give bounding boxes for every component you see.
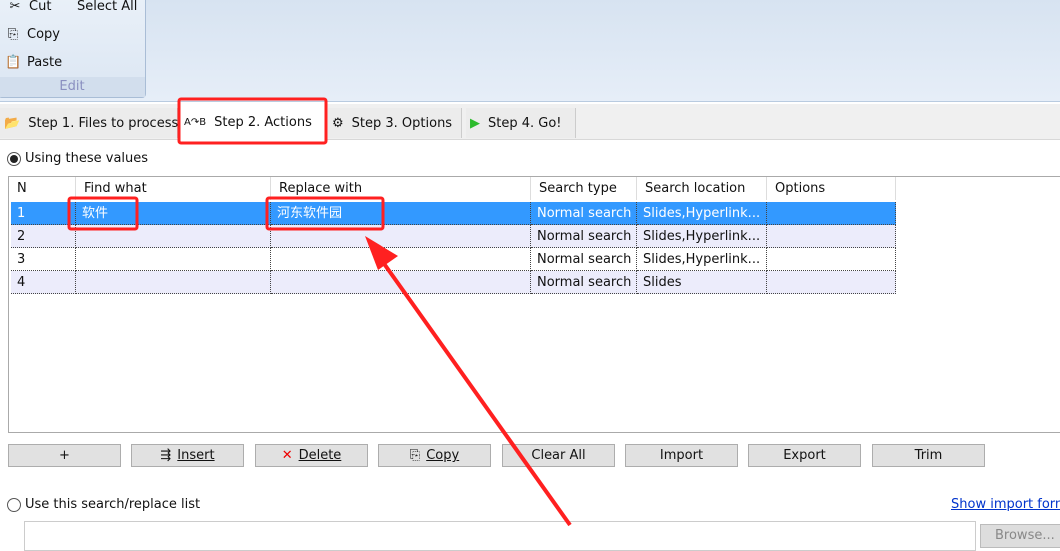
cell-options[interactable] [767, 202, 896, 225]
trim-button[interactable]: Trim [872, 444, 985, 467]
cell-location[interactable]: Slides [637, 271, 767, 294]
table-header: N Find what Replace with Search type Sea… [11, 177, 896, 200]
group-label: Edit [0, 77, 145, 97]
replace-ab-icon: A↷B [184, 116, 207, 128]
cell-replace[interactable] [271, 248, 531, 271]
column-header[interactable]: Find what [76, 177, 271, 200]
scissors-icon: ✂ [9, 0, 21, 14]
tab-actions[interactable]: A↷B Step 2. Actions [180, 104, 326, 140]
table-row[interactable]: 2 Normal search Slides,Hyperlink... [11, 225, 896, 248]
table-row[interactable]: 1 软件 河东软件园 Normal search Slides,Hyperlin… [11, 202, 896, 225]
tab-go[interactable]: ▶ Step 4. Go! [466, 108, 576, 138]
paste-icon: 📋 [5, 55, 22, 70]
ribbon: ✂ Cut Select All ⎘ Copy 📋 Paste Edit [0, 0, 1060, 102]
insert-icon: ⇶ [160, 448, 172, 463]
cell-n: 4 [11, 271, 76, 294]
copy-row-button[interactable]: ⎘ Copy [378, 444, 491, 467]
copy-icon: ⎘ [409, 448, 421, 463]
gear-icon: ⚙ [332, 115, 344, 131]
column-header[interactable]: Replace with [271, 177, 531, 200]
cell-type[interactable]: Normal search [531, 225, 637, 248]
export-button[interactable]: Export [748, 444, 861, 467]
cell-find[interactable] [76, 271, 271, 294]
edit-group: ✂ Cut Select All ⎘ Copy 📋 Paste Edit [0, 0, 146, 98]
tab-strip: 📂 Step 1. Files to process A↷B Step 2. Act… [0, 104, 1060, 140]
delete-x-icon: ✕ [281, 448, 293, 463]
copy-icon: ⎘ [7, 27, 19, 42]
cell-n: 1 [11, 202, 76, 225]
table-row[interactable]: 4 Normal search Slides [11, 271, 896, 294]
actions-table: N Find what Replace with Search type Sea… [8, 176, 1060, 433]
select-all-button[interactable]: Select All [77, 0, 137, 14]
import-button[interactable]: Import [625, 444, 738, 467]
column-header[interactable]: N [11, 177, 76, 200]
table-row[interactable]: 3 Normal search Slides,Hyperlink... [11, 248, 896, 271]
cell-type[interactable]: Normal search [531, 202, 637, 225]
cell-replace[interactable]: 河东软件园 [271, 202, 531, 225]
column-header[interactable]: Search type [531, 177, 637, 200]
play-icon: ▶ [470, 115, 480, 131]
cut-button[interactable]: ✂ Cut [7, 0, 52, 14]
cell-find[interactable] [76, 225, 271, 248]
tab-files[interactable]: 📂 Step 1. Files to process [0, 108, 178, 138]
cell-options[interactable] [767, 225, 896, 248]
use-list-radio[interactable]: Use this search/replace list [7, 497, 200, 512]
browse-button[interactable]: Browse... [980, 524, 1060, 548]
cell-location[interactable]: Slides,Hyperlink... [637, 225, 767, 248]
using-values-radio[interactable]: Using these values [7, 151, 148, 166]
add-button[interactable]: + [8, 444, 121, 467]
cell-n: 2 [11, 225, 76, 248]
cell-location[interactable]: Slides,Hyperlink... [637, 202, 767, 225]
cell-find[interactable]: 软件 [76, 202, 271, 225]
cell-type[interactable]: Normal search [531, 248, 637, 271]
folder-open-icon: 📂 [4, 115, 21, 131]
paste-button[interactable]: 📋 Paste [5, 55, 62, 70]
cell-replace[interactable] [271, 225, 531, 248]
copy-button[interactable]: ⎘ Copy [5, 27, 60, 42]
cell-find[interactable] [76, 248, 271, 271]
cell-replace[interactable] [271, 271, 531, 294]
clear-all-button[interactable]: Clear All [502, 444, 615, 467]
cell-type[interactable]: Normal search [531, 271, 637, 294]
cell-n: 3 [11, 248, 76, 271]
delete-button[interactable]: ✕ Delete [255, 444, 368, 467]
cell-options[interactable] [767, 248, 896, 271]
column-header[interactable]: Options [767, 177, 896, 200]
column-header[interactable]: Search location [637, 177, 767, 200]
insert-button[interactable]: ⇶ Insert [131, 444, 244, 467]
show-import-form-link[interactable]: Show import form [951, 497, 1060, 512]
cell-options[interactable] [767, 271, 896, 294]
cell-location[interactable]: Slides,Hyperlink... [637, 248, 767, 271]
tab-options[interactable]: ⚙ Step 3. Options [328, 108, 462, 138]
